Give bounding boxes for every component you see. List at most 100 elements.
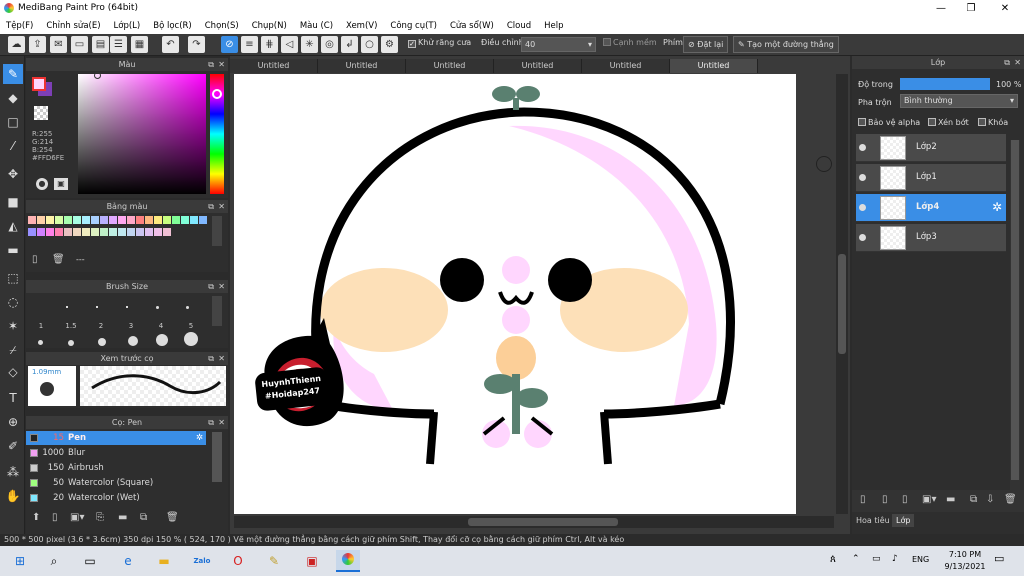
- circle-snap-icon[interactable]: ◎: [321, 36, 338, 53]
- add-brush-icon[interactable]: ⬆: [32, 512, 40, 523]
- comment-icon[interactable]: ✉: [50, 36, 67, 53]
- color-swatch[interactable]: [172, 216, 180, 224]
- layer-item-1[interactable]: Lớp1: [856, 164, 1006, 192]
- magic-wand-icon[interactable]: ✶: [3, 316, 23, 336]
- color-swatch[interactable]: [127, 216, 135, 224]
- folder-icon[interactable]: ▬: [118, 512, 127, 523]
- opera-icon[interactable]: O: [226, 550, 250, 572]
- layer-item-4[interactable]: Lớp4 ✲: [856, 194, 1006, 222]
- float-icon[interactable]: ⧉: [208, 352, 214, 365]
- line-button[interactable]: ✎ Tạo một đường thẳng: [733, 36, 839, 53]
- color-swatch[interactable]: [163, 216, 171, 224]
- snap-off-icon[interactable]: ⊘: [221, 36, 238, 53]
- gradient-icon[interactable]: ▬: [3, 240, 23, 260]
- grid-icon[interactable]: ▦: [131, 36, 148, 53]
- document-icon[interactable]: ▤: [92, 36, 109, 53]
- close-button[interactable]: ✕: [990, 0, 1020, 18]
- color-swatch[interactable]: [145, 228, 153, 236]
- color-swatch[interactable]: [181, 216, 189, 224]
- adjust-select[interactable]: 40 ▾: [521, 37, 596, 52]
- color-swatch[interactable]: [154, 216, 162, 224]
- new-document-icon[interactable]: ▯: [32, 254, 38, 265]
- horizontal-scrollbar[interactable]: [234, 516, 834, 528]
- color-swatch[interactable]: [118, 228, 126, 236]
- redo-icon[interactable]: ↷: [188, 36, 205, 53]
- eye-icon[interactable]: [859, 174, 866, 181]
- color-swatch[interactable]: [109, 216, 117, 224]
- network-icon[interactable]: ▭: [872, 554, 881, 564]
- color-swatch[interactable]: [37, 216, 45, 224]
- new-color-layer-icon[interactable]: ▯: [882, 494, 888, 505]
- folder-icon[interactable]: ▬: [946, 494, 955, 505]
- gear-icon[interactable]: ✲: [196, 431, 203, 445]
- tab-document-1[interactable]: Untitled: [230, 59, 318, 73]
- vertical-scroll-thumb[interactable]: [838, 254, 846, 354]
- smooth-checkbox[interactable]: Cạnh mềm: [603, 38, 657, 47]
- curve-snap-icon[interactable]: ↲: [341, 36, 358, 53]
- trash-icon[interactable]: 🗑: [1004, 494, 1017, 505]
- select-pen-icon[interactable]: ⌿: [3, 340, 23, 360]
- medibang-taskbar-icon[interactable]: [336, 550, 360, 572]
- ring-snap-icon[interactable]: ○: [361, 36, 378, 53]
- menu-file[interactable]: Tệp(F): [0, 18, 40, 34]
- color-swatch[interactable]: [64, 228, 72, 236]
- color-swatch[interactable]: [100, 228, 108, 236]
- close-icon[interactable]: ✕: [218, 58, 225, 71]
- upload-icon[interactable]: ⇪: [29, 36, 46, 53]
- color-swatch[interactable]: [100, 216, 108, 224]
- list-icon[interactable]: ☰: [110, 36, 127, 53]
- monitor-icon[interactable]: ▭: [71, 36, 88, 53]
- color-swatch[interactable]: [136, 216, 144, 224]
- merge-icon[interactable]: ⇩: [986, 494, 994, 505]
- vertical-scrollbar[interactable]: [836, 74, 848, 514]
- new-brush-icon[interactable]: ▯: [52, 512, 58, 523]
- opacity-slider[interactable]: [900, 78, 990, 90]
- color-swatch[interactable]: [73, 216, 81, 224]
- paint-icon[interactable]: ✎: [262, 550, 286, 572]
- undo-icon[interactable]: ↶: [162, 36, 179, 53]
- minimize-button[interactable]: —: [926, 0, 956, 18]
- eyedropper-icon[interactable]: ⁂: [3, 462, 23, 482]
- close-icon[interactable]: ✕: [218, 352, 225, 365]
- tab-navigator[interactable]: Hoa tiêu: [856, 516, 890, 525]
- antialias-checkbox[interactable]: ✓ Khử răng cưa: [408, 38, 471, 48]
- horizontal-scroll-thumb[interactable]: [468, 518, 618, 526]
- float-icon[interactable]: ⧉: [208, 200, 214, 213]
- size-1[interactable]: 1: [26, 322, 56, 330]
- color-swatch[interactable]: [64, 216, 72, 224]
- size-scrollbar[interactable]: [212, 296, 222, 326]
- color-swatch[interactable]: [163, 228, 171, 236]
- edge-icon[interactable]: e: [116, 550, 140, 572]
- brush-tool-icon[interactable]: ✎: [3, 64, 23, 84]
- color-swatch[interactable]: [82, 228, 90, 236]
- close-icon[interactable]: ✕: [218, 200, 225, 213]
- color-swatch[interactable]: [28, 228, 36, 236]
- color-swatch[interactable]: [190, 216, 198, 224]
- float-icon[interactable]: ⧉: [208, 416, 214, 429]
- tab-document-6[interactable]: Untitled: [670, 59, 758, 73]
- brush-row-watercolor-wet[interactable]: 20 Watercolor (Wet): [26, 491, 206, 505]
- close-icon[interactable]: ✕: [1014, 56, 1021, 69]
- divide-tool-icon[interactable]: ⊕: [3, 412, 23, 432]
- cross-snap-icon[interactable]: ⋕: [261, 36, 278, 53]
- drawing-canvas[interactable]: HuynhThienn #Hoidap247: [234, 74, 796, 514]
- volume-icon[interactable]: ♪: [892, 554, 898, 564]
- float-icon[interactable]: ⧉: [208, 280, 214, 293]
- duplicate-icon[interactable]: ⧉: [970, 494, 977, 505]
- close-icon[interactable]: ✕: [218, 416, 225, 429]
- zalo-icon[interactable]: Zalo: [190, 550, 214, 572]
- line-tool-icon[interactable]: ⁄: [3, 136, 23, 156]
- gear-icon[interactable]: ⚙: [381, 36, 398, 53]
- menu-snap[interactable]: Chụp(N): [246, 18, 294, 34]
- select-eraser-icon[interactable]: ◇: [3, 362, 23, 382]
- eye-icon[interactable]: [859, 204, 866, 211]
- size-5[interactable]: 5: [176, 322, 206, 330]
- menu-window[interactable]: Cửa sổ(W): [444, 18, 501, 34]
- color-swatch[interactable]: [55, 216, 63, 224]
- color-swatch[interactable]: [118, 216, 126, 224]
- lasso-icon[interactable]: ◌: [3, 292, 23, 312]
- trash-icon[interactable]: 🗑: [166, 512, 179, 523]
- menu-view[interactable]: Xem(V): [340, 18, 384, 34]
- lock-checkbox[interactable]: Khóa: [978, 118, 1008, 127]
- menu-tools[interactable]: Công cụ(T): [384, 18, 444, 34]
